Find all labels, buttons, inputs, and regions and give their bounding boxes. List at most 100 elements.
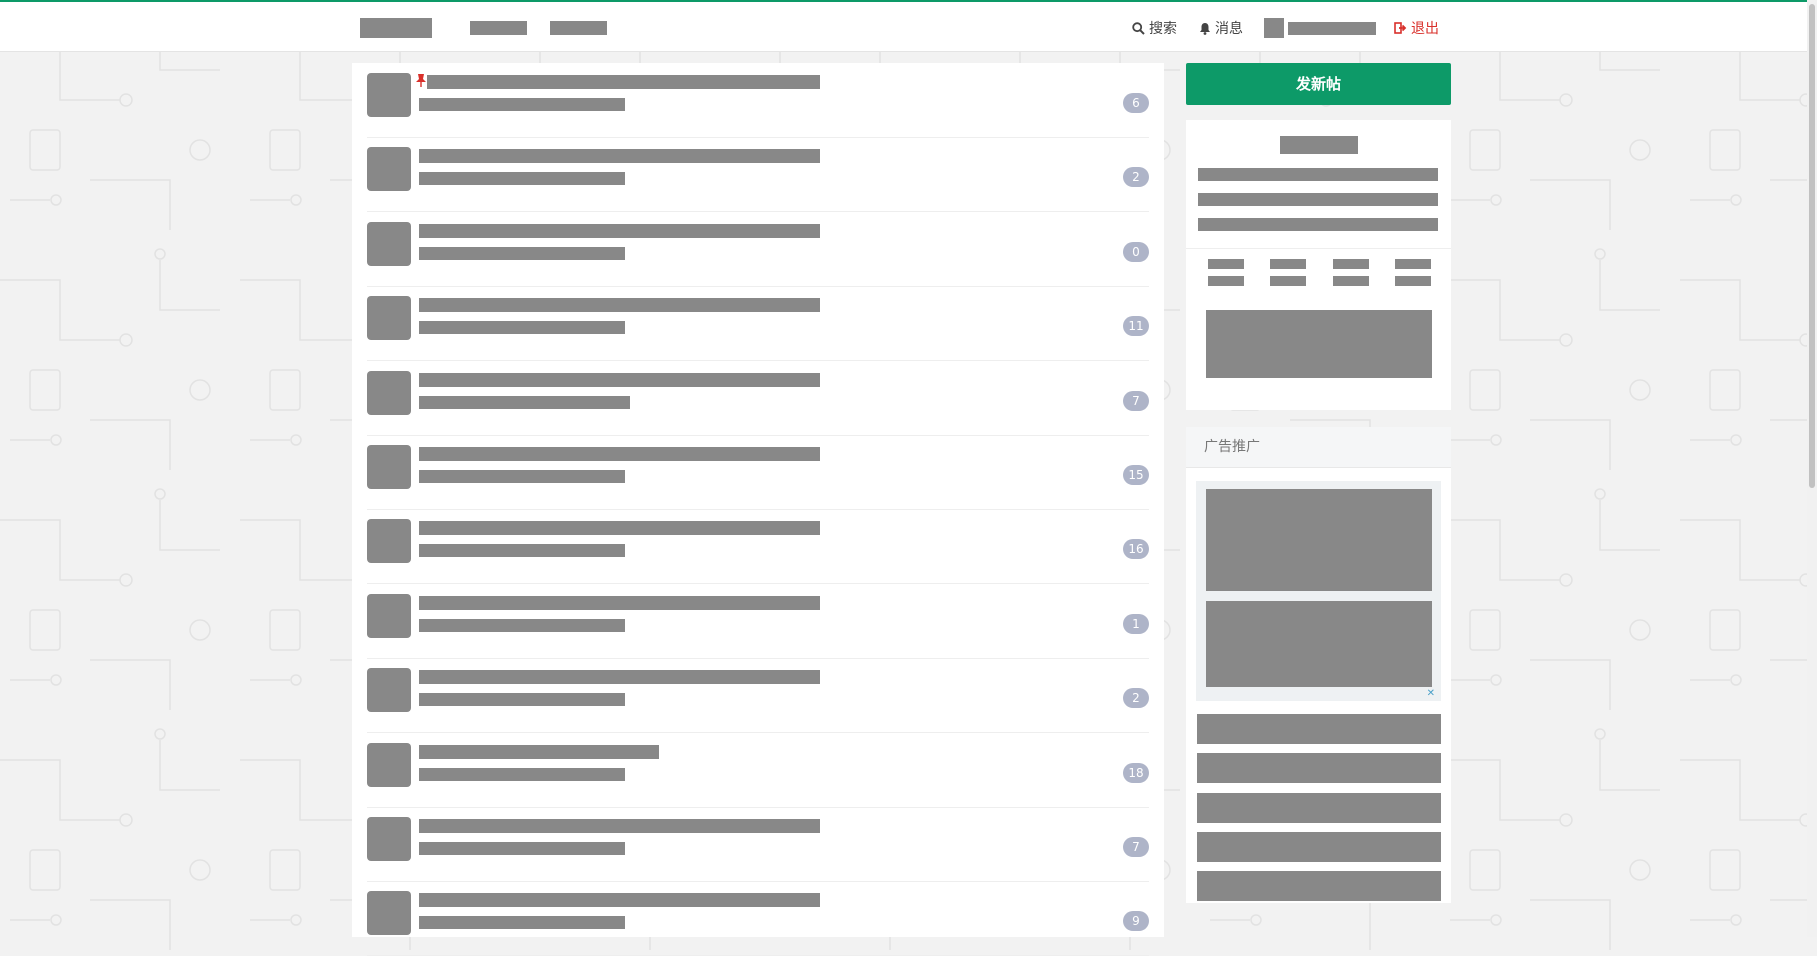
nav-link-2[interactable] [550,21,607,35]
thread-meta [419,321,625,334]
user-stat-label [1333,276,1369,286]
reply-count-badge: 7 [1123,837,1149,857]
thread-meta [419,172,625,185]
reply-count-badge: 0 [1123,242,1149,262]
reply-count-badge: 18 [1123,763,1149,783]
thread-row[interactable]: 1 [367,584,1149,659]
user-card [1186,120,1451,410]
reply-count-badge: 2 [1123,167,1149,187]
logout-button[interactable]: 退出 [1394,18,1439,38]
search-icon [1132,21,1145,35]
thread-author-avatar[interactable] [367,594,411,638]
thread-list: 6 2 0 11 7 15 16 1 2 18 7 9 [352,63,1164,956]
thread-title[interactable] [419,521,820,535]
ad-image-box: ✕ [1196,481,1441,701]
thread-title[interactable] [419,447,820,461]
thread-author-avatar[interactable] [367,891,411,935]
vertical-scrollbar[interactable] [1807,0,1817,937]
thread-row[interactable]: 2 [367,137,1149,212]
thread-row[interactable]: 16 [367,509,1149,584]
scrollbar-thumb[interactable] [1809,4,1815,488]
thread-author-avatar[interactable] [367,296,411,340]
reply-count-badge: 15 [1123,465,1149,485]
user-stat-label [1270,276,1306,286]
reply-count-badge: 11 [1123,316,1149,336]
reply-count-badge: 16 [1123,539,1149,559]
top-navbar: 搜索 消息 退出 [0,2,1817,52]
thread-title[interactable] [419,298,820,312]
thread-title[interactable] [419,373,820,387]
user-card-name[interactable] [1280,136,1358,154]
thread-meta [419,396,630,409]
thread-row[interactable]: 0 [367,212,1149,287]
thread-row[interactable]: 9 [367,881,1149,956]
thread-author-avatar[interactable] [367,668,411,712]
thread-author-avatar[interactable] [367,371,411,415]
thread-author-avatar[interactable] [367,73,411,117]
thread-title[interactable] [419,596,820,610]
thread-title[interactable] [419,745,659,759]
messages-label: 消息 [1215,21,1243,37]
username[interactable] [1288,22,1376,35]
thread-title[interactable] [427,75,820,89]
search-label: 搜索 [1149,21,1177,37]
ad-image[interactable] [1206,601,1432,687]
user-stat-label [1395,276,1431,286]
ad-close-icon[interactable]: ✕ [1427,688,1435,699]
ad-image[interactable] [1206,489,1432,591]
new-post-button[interactable]: 发新帖 [1186,63,1451,105]
ad-link[interactable] [1197,832,1441,862]
thread-meta [419,842,625,855]
thread-row[interactable]: 7 [367,361,1149,436]
thread-meta [419,619,625,632]
thread-author-avatar[interactable] [367,147,411,191]
reply-count-badge: 6 [1123,93,1149,113]
thread-row[interactable]: 2 [367,658,1149,733]
ad-link[interactable] [1197,793,1441,823]
site-logo[interactable] [360,18,432,38]
reply-count-badge: 9 [1123,911,1149,931]
user-card-info-line [1198,218,1438,231]
bell-icon [1199,22,1211,35]
user-card-info-line [1198,193,1438,206]
thread-row[interactable]: 6 [367,63,1149,138]
thread-author-avatar[interactable] [367,743,411,787]
thread-title[interactable] [419,893,820,907]
user-card-banner[interactable] [1206,310,1432,378]
ad-card-title: 广告推广 [1186,427,1451,468]
thread-meta [419,693,625,706]
thread-title[interactable] [419,224,820,238]
thread-title[interactable] [419,670,820,684]
messages-button[interactable]: 消息 [1199,18,1243,38]
ad-link[interactable] [1197,871,1441,901]
ad-link[interactable] [1197,753,1441,783]
thread-author-avatar[interactable] [367,519,411,563]
thread-meta [419,544,625,557]
thread-meta [419,247,625,260]
thread-row[interactable]: 7 [367,807,1149,882]
user-avatar[interactable] [1264,18,1284,38]
user-stat-value [1270,259,1306,269]
thread-title[interactable] [419,149,820,163]
user-stat-label [1208,276,1244,286]
pin-icon [415,73,427,87]
thread-author-avatar[interactable] [367,445,411,489]
logout-label: 退出 [1411,21,1439,37]
nav-link-1[interactable] [470,21,527,35]
thread-meta [419,768,625,781]
logout-icon [1394,22,1407,34]
thread-row[interactable]: 15 [367,435,1149,510]
thread-meta [419,98,625,111]
ad-link[interactable] [1197,714,1441,744]
thread-meta [419,916,625,929]
thread-author-avatar[interactable] [367,817,411,861]
thread-author-avatar[interactable] [367,222,411,266]
thread-row[interactable]: 18 [367,733,1149,808]
user-card-info-line [1198,168,1438,181]
user-stat-value [1333,259,1369,269]
reply-count-badge: 1 [1123,614,1149,634]
thread-row[interactable]: 11 [367,286,1149,361]
search-button[interactable]: 搜索 [1132,18,1177,38]
thread-title[interactable] [419,819,820,833]
user-stat-value [1395,259,1431,269]
